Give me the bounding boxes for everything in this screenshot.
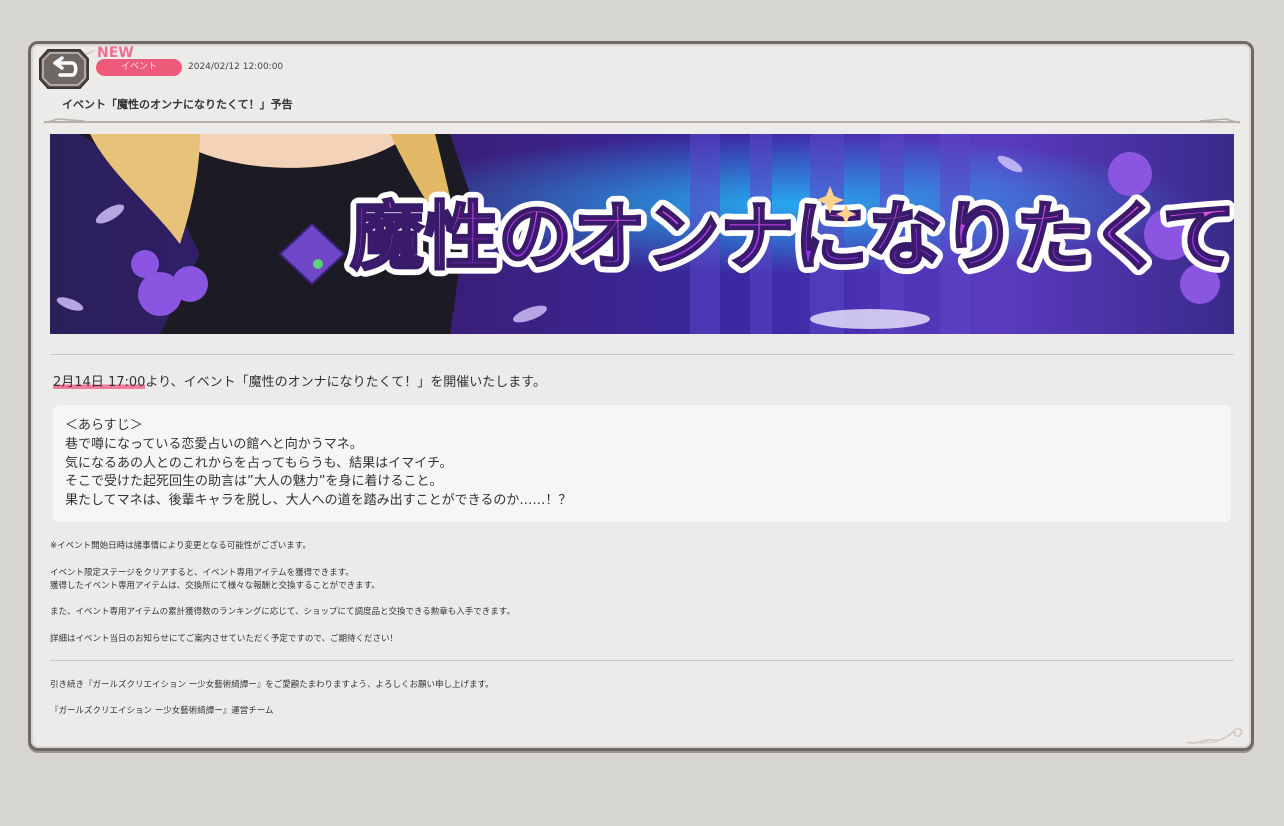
note-stage-items: イベント限定ステージをクリアすると、イベント専用アイテムを獲得できます。	[50, 568, 354, 578]
banner-title-logo: 魔性のオンナになりたくて！ 魔性のオンナになりたくて！	[343, 187, 1234, 287]
synopsis-line: そこで受けた起死回生の助言は”大人の魅力”を身に着けること。	[65, 474, 443, 490]
post-datetime: 2024/02/12 12:00:00	[188, 62, 284, 72]
note-schedule-change: ※イベント開始日時は諸事情により変更となる可能性がございます。	[50, 541, 311, 551]
corner-ornament-bottom-right	[1186, 728, 1243, 745]
note-details: 詳細はイベント当日のお知らせにてご案内させていただく予定ですので、ご期待ください…	[50, 634, 398, 644]
content-divider	[50, 354, 1234, 355]
event-start-date: 2月14日 17:00	[53, 375, 146, 390]
note-exchange: 獲得したイベント専用アイテムは、交換所にて様々な報酬と交換することができます。	[50, 581, 380, 591]
synopsis-line: ＜あらすじ＞	[65, 418, 143, 433]
title-divider	[44, 118, 1240, 124]
page-title: イベント「魔性のオンナになりたくて！」予告	[62, 98, 293, 111]
svg-text:魔性のオンナになりたくて！: 魔性のオンナになりたくて！	[350, 194, 1234, 280]
footer-divider	[50, 660, 1234, 661]
category-badge: イベント	[96, 59, 182, 76]
intro-text: 2月14日 17:00より、イベント「魔性のオンナになりたくて！」を開催いたしま…	[53, 371, 546, 390]
signature: 『ガールズクリエイション ー少女藝術綺譚ー』運営チーム	[50, 706, 274, 716]
synopsis-box: ＜あらすじ＞ 巷で噂になっている恋愛占いの館へと向かうマネ。 気になるあの人との…	[53, 405, 1231, 522]
closing-text: 引き続き『ガールズクリエイション ー少女藝術綺譚ー』をご愛顧たまわりますよう、よ…	[50, 680, 494, 690]
synopsis-line: 気になるあの人とのこれからを占ってもらうも、結果はイマイチ。	[65, 455, 453, 471]
note-ranking: また、イベント専用アイテムの累計獲得数のランキングに応じて、ショップにて調度品と…	[50, 607, 515, 617]
synopsis-line: 果たしてマネは、後輩キャラを脱し、大人への道を踏み出すことができるのか……！？	[65, 493, 572, 509]
intro-rest: より、イベント「魔性のオンナになりたくて！」を開催いたします。	[145, 375, 546, 390]
synopsis-line: 巷で噂になっている恋愛占いの館へと向かうマネ。	[65, 436, 363, 452]
back-button[interactable]	[38, 48, 90, 90]
event-banner: 魔性のオンナになりたくて！ 魔性のオンナになりたくて！	[50, 134, 1234, 334]
